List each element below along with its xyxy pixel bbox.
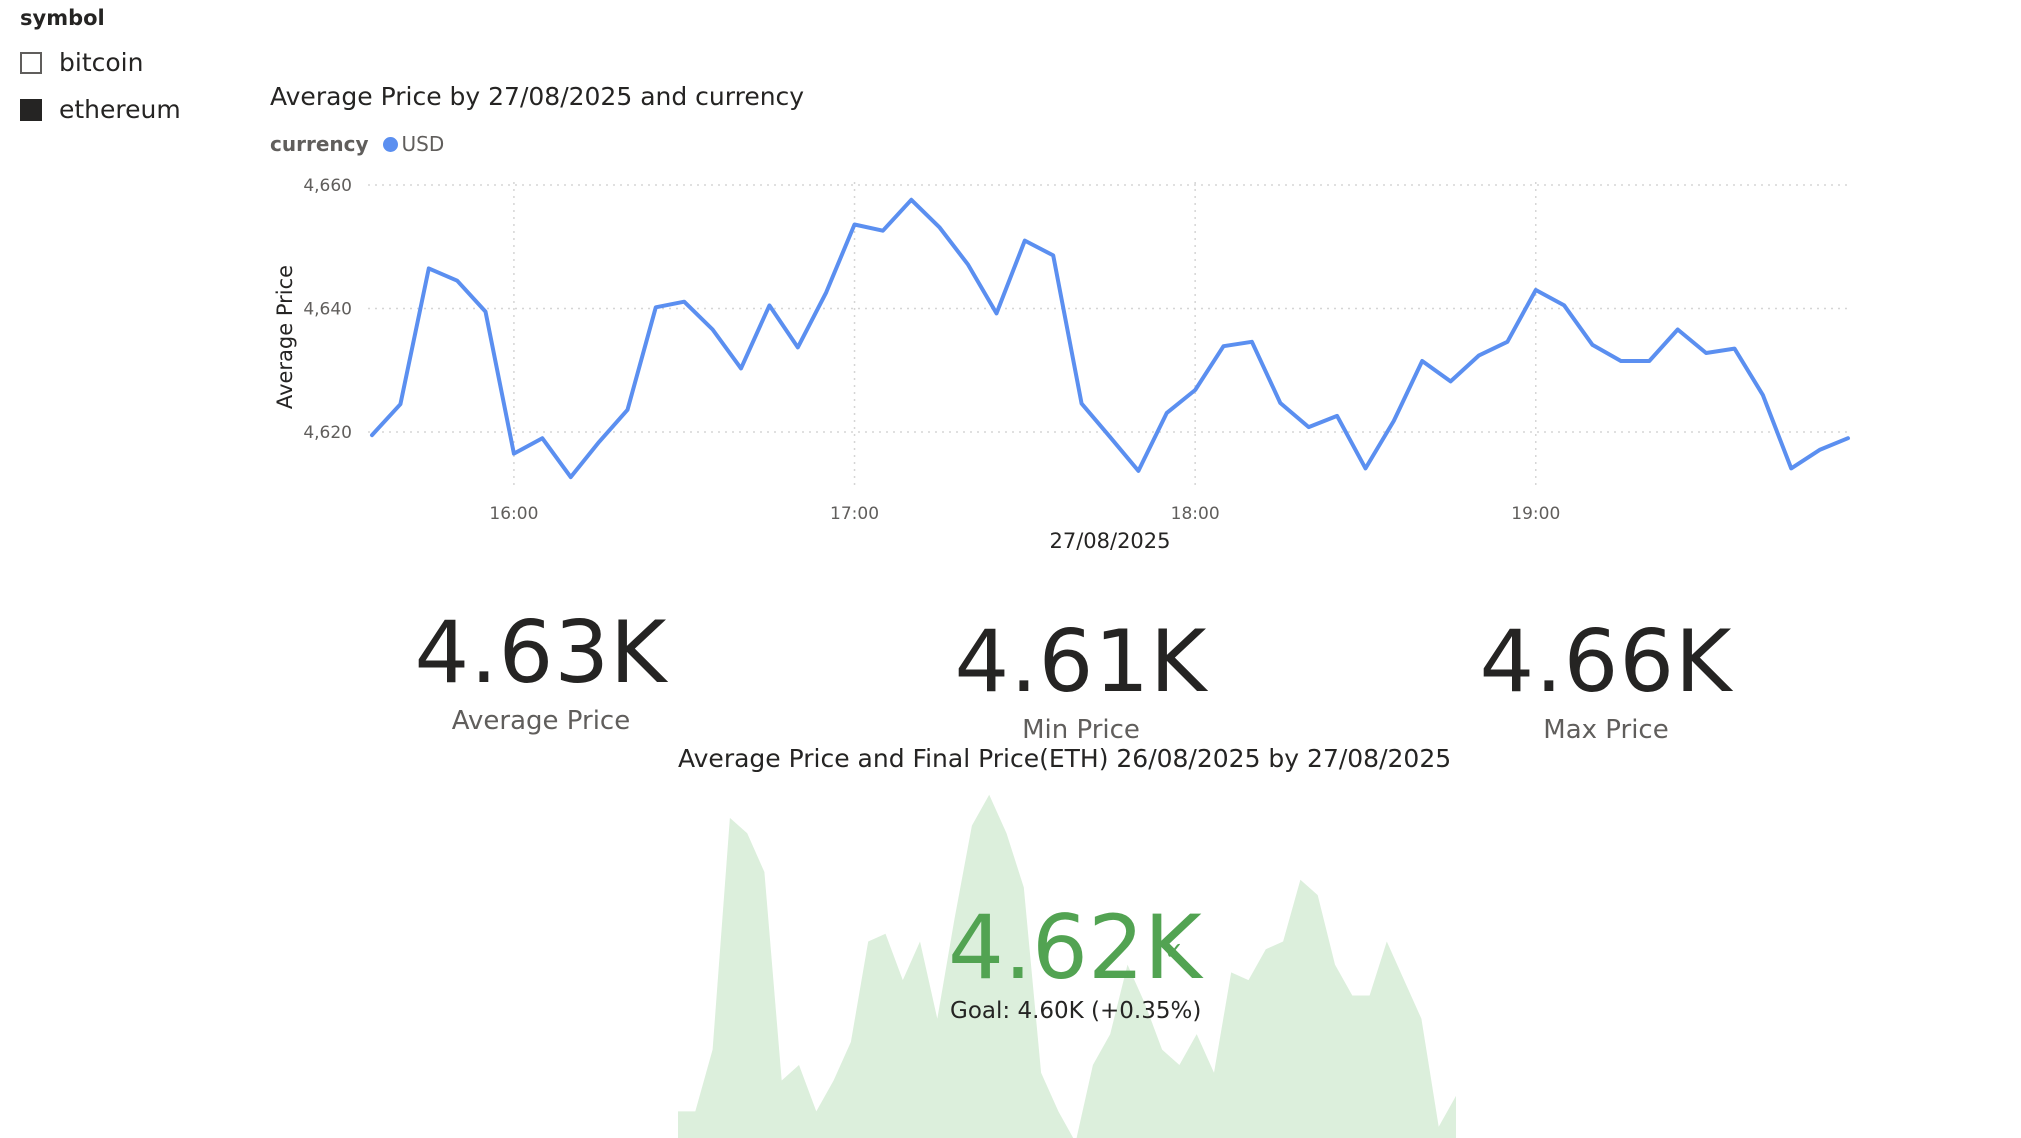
kpi-goal: Goal: 4.60K (+0.35%) (950, 998, 1202, 1024)
check-icon: ✓ (1164, 937, 1185, 965)
